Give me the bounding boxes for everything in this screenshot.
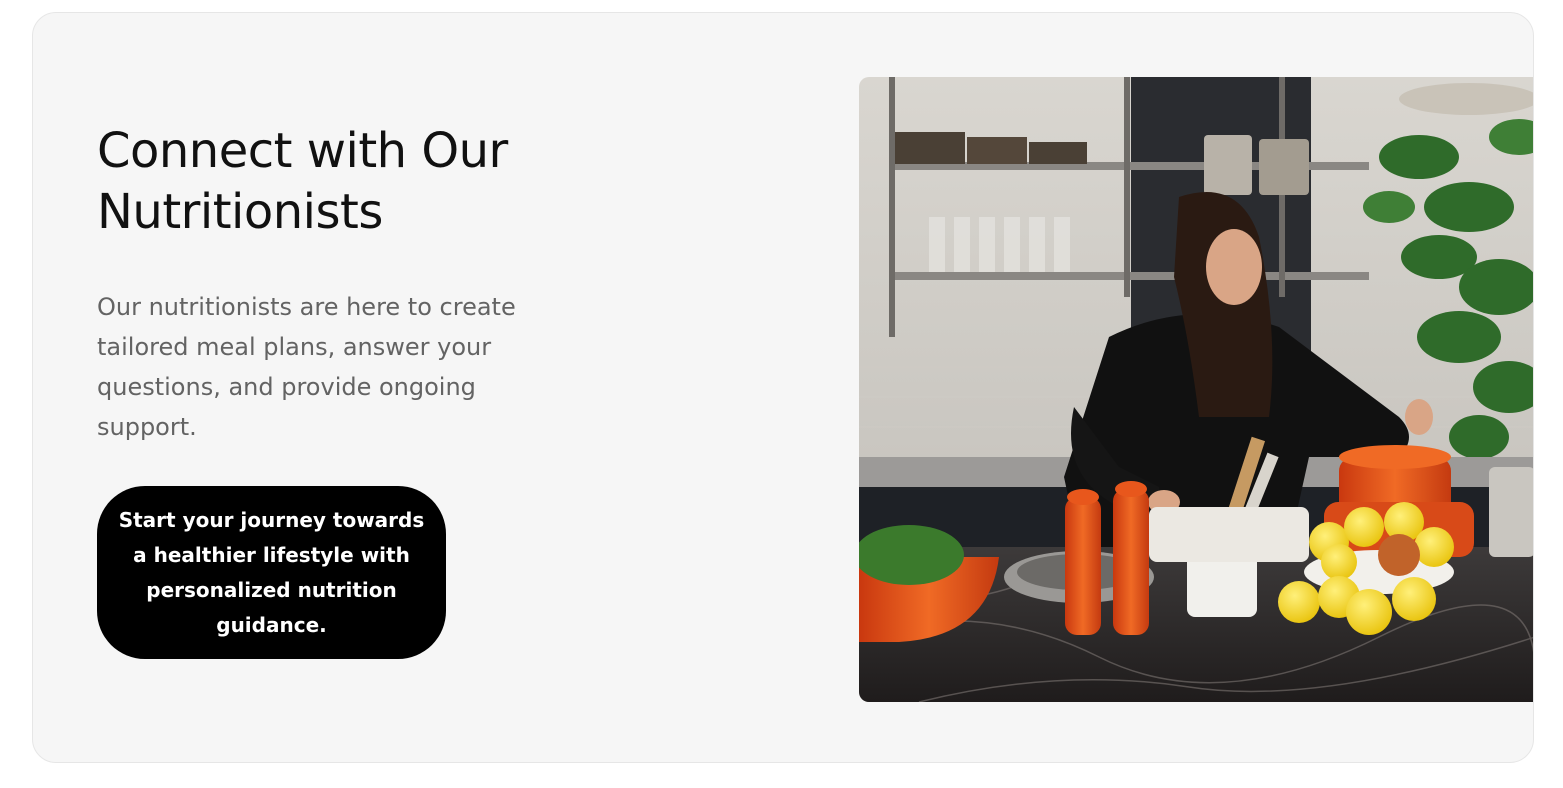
ceiling-lamp	[1399, 83, 1533, 115]
start-journey-button[interactable]: Start your journey towards a healthier l…	[97, 486, 446, 659]
kitchen-illustration	[859, 77, 1533, 702]
section-description: Our nutritionists are here to create tai…	[97, 293, 516, 441]
nutritionist-section-card: Connect with Our Nutritionists Our nutri…	[32, 12, 1534, 763]
baking-dish	[1149, 507, 1309, 562]
kitchen-photo	[859, 77, 1533, 702]
greens	[859, 525, 964, 585]
steel-pot	[1489, 467, 1533, 557]
section-title: Connect with Our Nutritionists	[97, 123, 508, 240]
